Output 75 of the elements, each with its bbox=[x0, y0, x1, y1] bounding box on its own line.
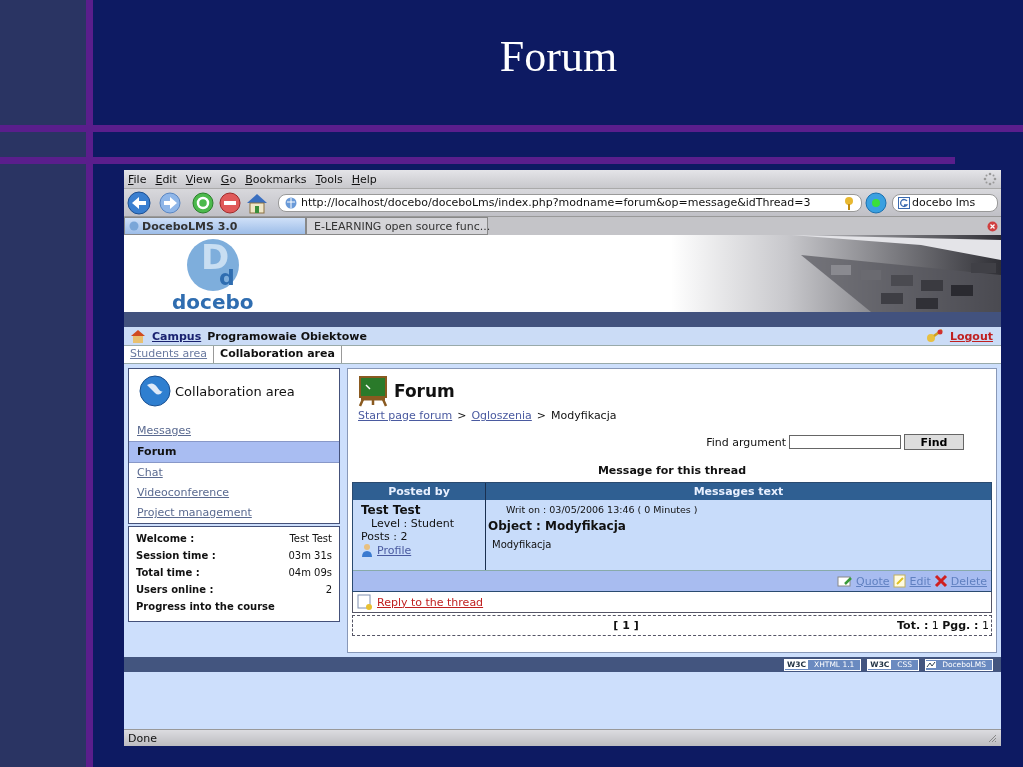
key-icon bbox=[925, 328, 944, 344]
reload-icon[interactable] bbox=[191, 190, 215, 215]
forward-icon[interactable] bbox=[158, 190, 182, 215]
breadcrumb-link[interactable]: Ogloszenia bbox=[471, 409, 532, 422]
area-tab[interactable]: Students area bbox=[124, 346, 215, 363]
search-field[interactable]: docebo lms bbox=[892, 193, 998, 212]
stat-value: 2 bbox=[325, 584, 332, 597]
quote-icon bbox=[837, 574, 854, 588]
menu-item[interactable]: Go bbox=[220, 172, 237, 186]
sidebar-item[interactable]: Chat bbox=[129, 463, 339, 483]
area-tab[interactable]: Collaboration area bbox=[214, 346, 342, 363]
menu-item[interactable]: Edit bbox=[155, 172, 177, 186]
post-body: Modyfikacja bbox=[491, 538, 553, 552]
sidebar-item[interactable]: Videoconference bbox=[129, 483, 339, 503]
reply-icon bbox=[357, 594, 373, 610]
author-posts: Posts : 2 bbox=[361, 530, 409, 543]
post-subject: Object : Modyfikacja bbox=[488, 519, 627, 533]
breadcrumb-separator: > bbox=[457, 409, 467, 422]
chalkboard-icon bbox=[358, 375, 388, 407]
go-icon[interactable] bbox=[865, 191, 887, 214]
browser-tab[interactable]: DoceboLMS 3.0 bbox=[124, 217, 306, 235]
stop-icon[interactable] bbox=[218, 190, 242, 215]
menu-item[interactable]: Tools bbox=[315, 172, 343, 186]
reply-link[interactable]: Reply to the thread bbox=[377, 595, 484, 609]
column-header: Posted by bbox=[353, 483, 486, 500]
breadcrumb-separator: > bbox=[536, 409, 547, 422]
globe-icon bbox=[139, 375, 171, 407]
course-name: Programowaie Obiektowe bbox=[207, 329, 367, 343]
globe-icon bbox=[285, 196, 297, 209]
menu-item[interactable]: Help bbox=[351, 172, 377, 186]
post-author: Test Test bbox=[361, 504, 422, 517]
logo-text: docebo bbox=[172, 293, 254, 311]
forum-title: Forum bbox=[394, 381, 455, 401]
browser-tab[interactable]: E-LEARNING open source func... bbox=[306, 217, 488, 235]
stat-value: Test Test bbox=[289, 533, 332, 546]
thread-caption: Message for this thread bbox=[596, 463, 748, 479]
resize-grip-icon[interactable] bbox=[988, 733, 997, 743]
breadcrumb-current: Modyfikacja bbox=[551, 409, 617, 422]
stat-value: 04m 09s bbox=[288, 567, 332, 580]
house-icon bbox=[130, 329, 146, 343]
sidebar-item[interactable]: Messages bbox=[129, 421, 339, 441]
stat-value: 03m 31s bbox=[288, 550, 332, 563]
address-field[interactable]: http://localhost/docebo/doceboLms/index.php?modname=forum&op=message&idThread=3 bbox=[278, 193, 862, 212]
note-icon bbox=[892, 574, 907, 588]
find-button[interactable]: Find bbox=[904, 434, 964, 450]
column-header: Messages text bbox=[486, 483, 991, 500]
breadcrumb-link[interactable]: Start page forum bbox=[358, 409, 453, 422]
find-label: Find argument bbox=[706, 435, 786, 449]
stat-label: Welcome : bbox=[136, 533, 195, 546]
stat-label: Total time : bbox=[136, 567, 200, 580]
campus-link[interactable]: Campus bbox=[152, 329, 202, 343]
menu-item[interactable]: Bookmarks bbox=[245, 172, 307, 186]
close-tab-icon[interactable] bbox=[987, 220, 998, 232]
search-engine-icon bbox=[898, 196, 910, 209]
menu-item[interactable]: View bbox=[185, 172, 212, 186]
sidebar-item[interactable]: Forum bbox=[129, 441, 339, 463]
status-text: Done bbox=[128, 731, 157, 745]
profile-link[interactable]: Profile bbox=[377, 543, 412, 557]
person-icon bbox=[361, 543, 373, 557]
panel-title: Collaboration area bbox=[175, 383, 295, 399]
stat-label: Session time : bbox=[136, 550, 216, 563]
delete-icon bbox=[933, 574, 948, 588]
stat-label: Progress into the course bbox=[136, 601, 275, 614]
menu-item[interactable]: File bbox=[128, 172, 147, 186]
find-field[interactable] bbox=[789, 435, 901, 449]
throbber-icon bbox=[983, 172, 997, 186]
page-number[interactable]: [ 1 ] bbox=[613, 619, 639, 632]
author-level: Level : Student bbox=[370, 517, 456, 530]
sidebar-item[interactable]: Project management bbox=[129, 503, 339, 523]
stat-label: Users online : bbox=[136, 584, 214, 597]
favicon-icon bbox=[129, 221, 139, 231]
page-total: Tot. : 1 Pgg. : 1 bbox=[897, 619, 989, 632]
logout-link[interactable]: Logout bbox=[949, 329, 993, 343]
slide-title: Forum bbox=[499, 31, 618, 83]
post-date: Writ on : 03/05/2006 13:46 ( 0 Minutes ) bbox=[505, 504, 699, 515]
